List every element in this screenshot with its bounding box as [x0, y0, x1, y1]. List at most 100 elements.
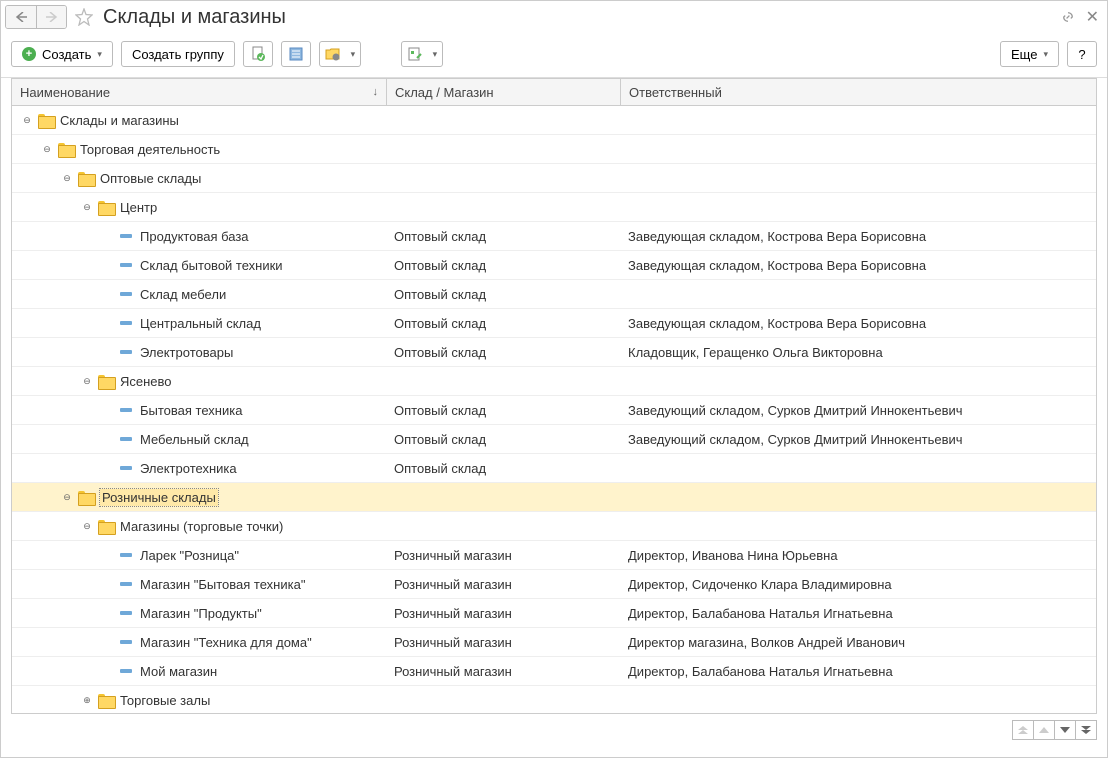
row-name: Центральный склад [140, 316, 261, 331]
item-icon [120, 263, 132, 267]
row-name: Склады и магазины [60, 113, 179, 128]
tree-row[interactable]: Магазин "Бытовая техника"Розничный магаз… [12, 570, 1096, 599]
collapse-icon[interactable]: ⊖ [60, 490, 74, 504]
cell-name: ⊖ Ясенево [12, 374, 386, 389]
toolbar-icon-1[interactable] [243, 41, 273, 67]
cell-type: Оптовый склад [386, 316, 620, 331]
toolbar-icon-3[interactable]: ▾ [319, 41, 361, 67]
item-icon [120, 611, 132, 615]
tree-row[interactable]: ⊖Торговая деятельность [12, 135, 1096, 164]
tree-row[interactable]: ⊖Магазины (торговые точки) [12, 512, 1096, 541]
cell-name: ⊖ Склады и магазины [12, 113, 386, 128]
cell-name: Склад мебели [12, 287, 386, 302]
close-button[interactable]: ✕ [1086, 7, 1099, 27]
tree-row[interactable]: Бытовая техникаОптовый складЗаведующий с… [12, 396, 1096, 425]
cell-responsible: Директор, Балабанова Наталья Игнатьевна [620, 664, 1096, 679]
column-header-name[interactable]: Наименование ↓ [12, 85, 386, 100]
item-icon [120, 408, 132, 412]
help-button[interactable]: ? [1067, 41, 1097, 67]
create-button[interactable]: + Создать ▾ [11, 41, 113, 67]
cell-type: Оптовый склад [386, 345, 620, 360]
cell-name: Продуктовая база [12, 229, 386, 244]
collapse-icon[interactable]: ⊖ [80, 200, 94, 214]
document-refresh-icon [250, 46, 266, 62]
cell-type: Розничный магазин [386, 548, 620, 563]
tree-row[interactable]: ЭлектротоварыОптовый складКладовщик, Гер… [12, 338, 1096, 367]
expand-icon[interactable]: ⊕ [80, 693, 94, 707]
row-name: Магазин "Бытовая техника" [140, 577, 305, 592]
collapse-icon[interactable]: ⊖ [60, 171, 74, 185]
item-icon [120, 350, 132, 354]
nav-back-button[interactable] [6, 6, 36, 28]
help-label: ? [1078, 47, 1085, 62]
collapse-icon[interactable]: ⊖ [80, 374, 94, 388]
cell-name: Магазин "Бытовая техника" [12, 577, 386, 592]
collapse-icon[interactable]: ⊖ [80, 519, 94, 533]
cell-type: Оптовый склад [386, 432, 620, 447]
tree-row[interactable]: ⊖ Центр [12, 193, 1096, 222]
cell-name: ⊖Розничные склады [12, 489, 386, 506]
toolbar-icon-2[interactable] [281, 41, 311, 67]
tree-row[interactable]: Магазин "Техника для дома" Розничный мага… [12, 628, 1096, 657]
nav-up-button[interactable] [1033, 720, 1055, 740]
tree-row[interactable]: Мебельный складОптовый складЗаведующий с… [12, 425, 1096, 454]
nav-down-button[interactable] [1054, 720, 1076, 740]
tree-row[interactable]: Ларек "Розница"Розничный магазинДиректор… [12, 541, 1096, 570]
tree-row[interactable]: ⊖ Склады и магазины [12, 106, 1096, 135]
tree-row[interactable]: Мой магазинРозничный магазинДиректор, Ба… [12, 657, 1096, 686]
folder-icon [58, 143, 74, 156]
window: Склады и магазины ✕ + Создать ▾ Создать … [0, 0, 1108, 758]
row-name: Магазин "Техника для дома" [140, 635, 312, 650]
column-header-responsible[interactable]: Ответственный [620, 79, 1096, 105]
nav-last-button[interactable] [1075, 720, 1097, 740]
favorite-star-button[interactable] [73, 6, 95, 28]
caret-down-icon: ▾ [97, 49, 102, 60]
folder-icon [98, 520, 114, 533]
create-group-button[interactable]: Создать группу [121, 41, 235, 67]
collapse-icon[interactable]: ⊖ [20, 113, 34, 127]
report-icon [407, 46, 423, 62]
row-name: Магазин "Продукты" [140, 606, 262, 621]
cell-type: Розничный магазин [386, 635, 620, 650]
item-icon [120, 437, 132, 441]
folder-icon [98, 375, 114, 388]
row-name: Ларек "Розница" [140, 548, 239, 563]
row-name: Центр [120, 200, 157, 215]
cell-name: ⊖Магазины (торговые точки) [12, 519, 386, 534]
cell-name: ⊖Торговая деятельность [12, 142, 386, 157]
tree-row[interactable]: Склад мебелиОптовый склад [12, 280, 1096, 309]
column-header-type[interactable]: Склад / Магазин [386, 79, 620, 105]
nav-forward-button[interactable] [36, 6, 66, 28]
more-button[interactable]: Еще ▾ [1000, 41, 1059, 67]
grid-body[interactable]: ⊖ Склады и магазины ⊖Торговая деятельность… [11, 106, 1097, 714]
cell-name: ⊖Оптовые склады [12, 171, 386, 186]
folder-icon [38, 114, 54, 127]
folder-icon [98, 694, 114, 707]
page-title: Склады и магазины [103, 6, 1056, 29]
star-icon [75, 8, 93, 26]
toolbar-icon-4[interactable]: ▾ [401, 41, 443, 67]
tree-row[interactable]: ⊖Розничные склады [12, 483, 1096, 512]
tree-row[interactable]: Магазин "Продукты"Розничный магазинДирек… [12, 599, 1096, 628]
tree-row[interactable]: Продуктовая базаОптовый складЗаведующая … [12, 222, 1096, 251]
row-name: Ясенево [120, 374, 172, 389]
grid-header: Наименование ↓ Склад / Магазин Ответстве… [11, 78, 1097, 106]
cell-responsible: Заведующий складом, Сурков Дмитрий Иннок… [620, 403, 1096, 418]
list-icon [288, 46, 304, 62]
tree-row[interactable]: ЭлектротехникаОптовый склад [12, 454, 1096, 483]
row-name: Продуктовая база [140, 229, 249, 244]
cell-type: Розничный магазин [386, 606, 620, 621]
tree-row[interactable]: ⊖ Ясенево [12, 367, 1096, 396]
link-icon[interactable] [1060, 9, 1076, 25]
collapse-icon[interactable]: ⊖ [40, 142, 54, 156]
plus-icon: + [22, 47, 36, 61]
cell-responsible: Заведующая складом, Кострова Вера Борисо… [620, 316, 1096, 331]
tree-row[interactable]: ⊕Торговые залы [12, 686, 1096, 714]
up-icon [1039, 727, 1049, 733]
tree-row[interactable]: Центральный склад Оптовый складЗаведующая… [12, 309, 1096, 338]
nav-first-button[interactable] [1012, 720, 1034, 740]
tree-row[interactable]: Склад бытовой техникиОптовый складЗаведу… [12, 251, 1096, 280]
tree-row[interactable]: ⊖Оптовые склады [12, 164, 1096, 193]
cell-type: Оптовый склад [386, 287, 620, 302]
down-icon [1060, 727, 1070, 733]
